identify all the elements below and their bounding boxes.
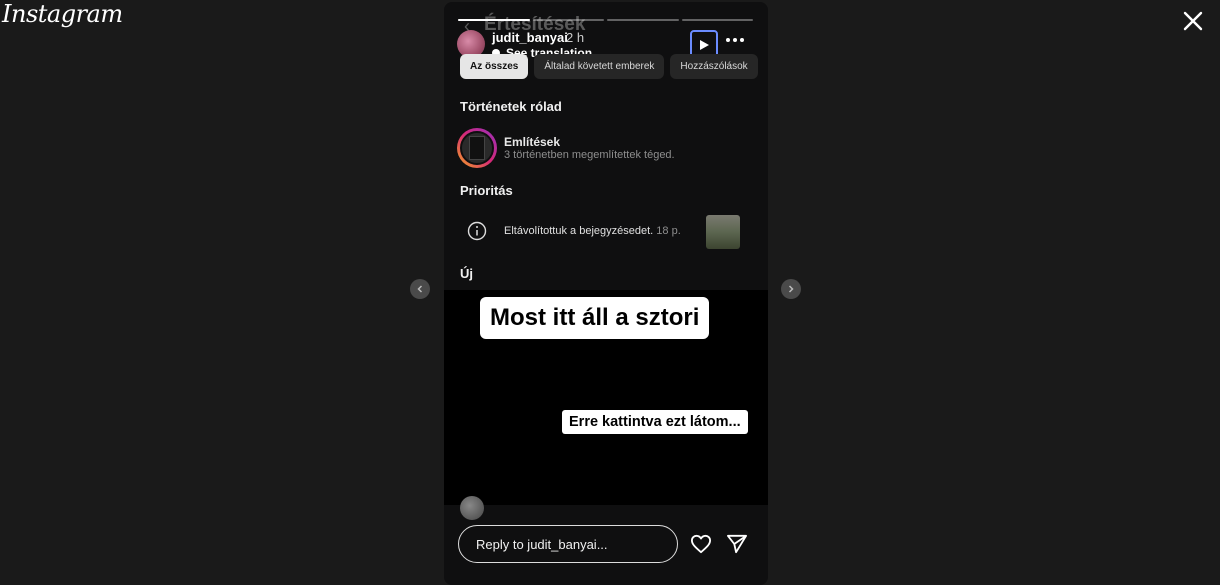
section-priority: Prioritás: [460, 183, 513, 198]
close-icon[interactable]: [1180, 8, 1206, 34]
send-icon[interactable]: [726, 534, 748, 554]
next-story-button[interactable]: [781, 279, 801, 299]
mentions-title[interactable]: Említések: [504, 135, 560, 149]
info-icon: [467, 221, 487, 241]
story-username[interactable]: judit_banyai: [492, 30, 568, 45]
priority-notification[interactable]: Eltávolítottuk a bejegyzésedet. 18 p.: [504, 225, 681, 237]
story-progress-segment: [458, 19, 530, 21]
story-progress-bar: [458, 19, 753, 21]
mentions-avatar[interactable]: [457, 128, 497, 168]
post-thumbnail[interactable]: [706, 215, 740, 249]
more-dot-icon: [726, 38, 730, 42]
section-about-you: Történetek rólad: [460, 99, 562, 114]
filter-chips: Az összes Általad követett emberek Hozzá…: [460, 54, 758, 79]
chip-all[interactable]: Az összes: [460, 54, 529, 79]
chip-following[interactable]: Általad követett emberek: [534, 54, 665, 79]
instagram-logo[interactable]: Instagram: [2, 0, 123, 28]
chip-comments[interactable]: Hozzászólások: [670, 54, 758, 79]
more-dot-icon: [733, 38, 737, 42]
previous-story-button[interactable]: [410, 279, 430, 299]
story-progress-segment: [607, 19, 679, 21]
mentions-subtitle: 3 történetben megemlítettek téged.: [504, 149, 675, 161]
reply-input[interactable]: Reply to judit_banyai...: [458, 525, 678, 563]
chevron-right-icon: [788, 285, 794, 293]
priority-text: Eltávolítottuk a bejegyzésedet.: [504, 225, 654, 237]
story-viewer[interactable]: ‹ Értesítések judit_banyai 2 h See trans…: [444, 2, 768, 585]
avatar: [460, 496, 484, 520]
story-progress-segment: [681, 19, 753, 21]
story-time: 2 h: [566, 30, 585, 45]
text-sticker-main: Most itt áll a sztori: [480, 297, 710, 339]
story-progress-segment: [532, 19, 604, 21]
section-new: Új: [460, 266, 473, 281]
priority-time: 18 p.: [656, 225, 681, 237]
reply-placeholder: Reply to judit_banyai...: [476, 536, 608, 552]
text-sticker-secondary: Erre kattintva ezt látom...: [562, 410, 748, 434]
more-options-button[interactable]: [726, 38, 744, 42]
heart-icon[interactable]: [690, 534, 712, 554]
chevron-left-icon: [417, 285, 423, 293]
more-dot-icon: [740, 38, 744, 42]
play-icon: [700, 39, 709, 50]
